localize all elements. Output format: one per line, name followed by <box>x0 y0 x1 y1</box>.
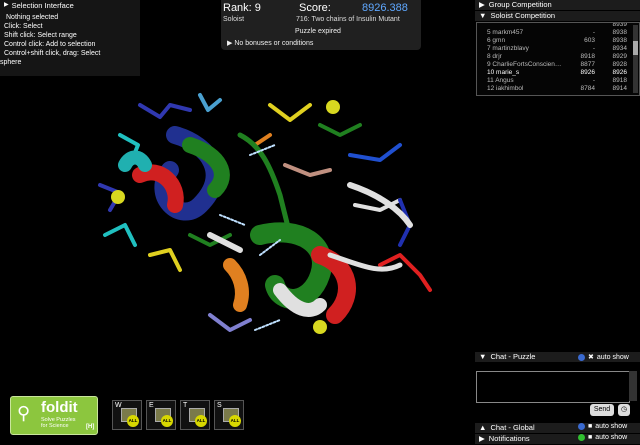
chat-puzzle-label: Chat - Puzzle <box>490 352 536 361</box>
selection-interface-header[interactable]: ▶ Selection Interface <box>0 0 140 11</box>
close-icon: ✖ <box>588 354 594 361</box>
info-icon <box>578 353 585 361</box>
table-row[interactable]: 11 Angus -8918 <box>477 77 639 85</box>
help-line: Control click: Add to selection <box>4 41 96 48</box>
selection-interface-title: Selection Interface <box>11 1 74 10</box>
autoshow-label: auto show <box>596 353 629 361</box>
soloist-competition-header[interactable]: ▼ Soloist Competition <box>475 11 640 21</box>
score-label: Score: <box>299 2 331 14</box>
all-badge: ALL <box>195 415 207 427</box>
all-badge: ALL <box>229 415 241 427</box>
rank-label: Rank: 9 <box>223 2 261 14</box>
shake-all-button[interactable]: S ALL <box>214 400 244 430</box>
logo-tagline: Solve Puzzles for Science <box>41 417 76 429</box>
chat-scrollbar[interactable] <box>629 371 637 401</box>
table-row[interactable]: 9 CharlieFortsConscien… 8877 8928 <box>477 61 639 69</box>
table-row-current-player[interactable]: 10 marie_s 8926 8926 <box>477 69 639 77</box>
sidechain <box>103 223 137 247</box>
sidechain <box>378 253 432 292</box>
puzzle-title: 716: Two chains of Insulin Mutant <box>296 16 400 23</box>
help-line: Control+shift click, drag: Select <box>4 50 101 57</box>
sidechain <box>198 93 222 112</box>
sidechain <box>138 103 192 119</box>
checkbox-icon: ■ <box>588 434 593 441</box>
backbone-helix <box>250 222 332 309</box>
selection-status: Nothing selected <box>6 14 59 21</box>
table-row[interactable]: 5 markm457-8938 <box>477 29 639 37</box>
hbond <box>219 214 246 226</box>
wiggle-all-button[interactable]: W ALL <box>112 400 142 430</box>
logo-text: foldit <box>41 399 78 416</box>
chat-global-autoshow[interactable]: ■ auto show <box>578 423 627 430</box>
bonus-toggle[interactable]: ▶ No bonuses or conditions <box>227 39 313 47</box>
help-line: Click: Select <box>4 23 43 30</box>
help-line: sphere <box>0 59 22 66</box>
help-line: Shift click: Select range <box>4 32 77 39</box>
send-button[interactable]: Send <box>590 404 614 416</box>
expand-triangle-icon: ▶ <box>479 434 485 443</box>
sidechain <box>318 123 362 137</box>
sulfur-icon <box>326 100 340 114</box>
sidechain <box>348 143 402 162</box>
expand-triangle-icon: ▶ <box>479 0 485 9</box>
autoshow-label: auto show <box>595 434 628 441</box>
soloist-competition-label: Soloist Competition <box>490 11 556 20</box>
chat-puzzle-autoshow[interactable]: ✖ auto show <box>578 353 629 361</box>
checkbox-icon: ■ <box>588 423 593 430</box>
table-row[interactable]: 12 iakhimbol 8784 8914 <box>477 85 639 93</box>
sidechain-all-button[interactable]: E ALL <box>146 400 176 430</box>
sulfur-icon <box>111 190 125 204</box>
score-value: 8926.388 <box>362 2 408 14</box>
hbond <box>254 319 281 331</box>
collapse-triangle-icon: ▶ <box>4 2 9 8</box>
leaderboard-scrollbar[interactable] <box>633 25 638 93</box>
protein-viewer[interactable] <box>80 75 460 365</box>
notifications-autoshow[interactable]: ■ auto show <box>578 434 627 441</box>
sidechain <box>268 103 312 122</box>
puzzle-status: Puzzle expired <box>295 28 341 35</box>
backbone-helix <box>118 150 152 172</box>
collapse-triangle-icon: ▼ <box>479 11 487 20</box>
all-badge: ALL <box>161 415 173 427</box>
table-row[interactable]: 7 martinzblavy -8934 <box>477 45 639 53</box>
collapse-triangle-icon: ▼ <box>479 352 487 361</box>
chat-global-label: Chat - Global <box>490 423 535 432</box>
all-badge: ALL <box>127 415 139 427</box>
bonus-label: No bonuses or conditions <box>234 40 314 47</box>
autoshow-label: auto show <box>595 423 628 430</box>
notifications-label: Notifications <box>488 434 530 443</box>
help-shortcut: [H] <box>86 424 95 430</box>
player-role: Soloist <box>223 16 245 23</box>
leaderboard: 8939 5 markm457-8938 6 gmn 603 8938 7 mart… <box>476 22 640 96</box>
group-competition-label: Group Competition <box>488 0 552 9</box>
selection-help: Nothing selected Click: Select Shift cli… <box>0 11 140 67</box>
history-icon[interactable]: ◷ <box>618 404 630 416</box>
chat-input[interactable] <box>476 371 630 403</box>
score-panel: Rank: 9 Score: 8926.388 Soloist 716: Two… <box>221 0 421 50</box>
sidechain <box>283 163 332 177</box>
table-row[interactable]: 8 drjr 8918 8929 <box>477 53 639 61</box>
expand-triangle-icon: ▶ <box>227 40 233 47</box>
sidechain <box>208 313 252 332</box>
expand-triangle-icon: ▲ <box>479 423 487 432</box>
figure-icon: ⚲ <box>17 403 31 423</box>
sulfur-icon <box>313 320 327 334</box>
selection-interface-panel: ▶ Selection Interface Nothing selected C… <box>0 0 140 76</box>
sidechain <box>148 248 182 272</box>
info-icon <box>578 423 585 430</box>
status-icon <box>578 434 585 441</box>
table-row[interactable]: 6 gmn 603 8938 <box>477 37 639 45</box>
foldit-logo[interactable]: ⚲ foldit Solve Puzzles for Science [H] <box>10 396 98 435</box>
group-competition-header[interactable]: ▶ Group Competition <box>475 0 640 10</box>
backbone-helix <box>223 258 249 312</box>
table-row[interactable]: 8939 <box>477 23 639 29</box>
tweak-all-button[interactable]: T ALL <box>180 400 210 430</box>
